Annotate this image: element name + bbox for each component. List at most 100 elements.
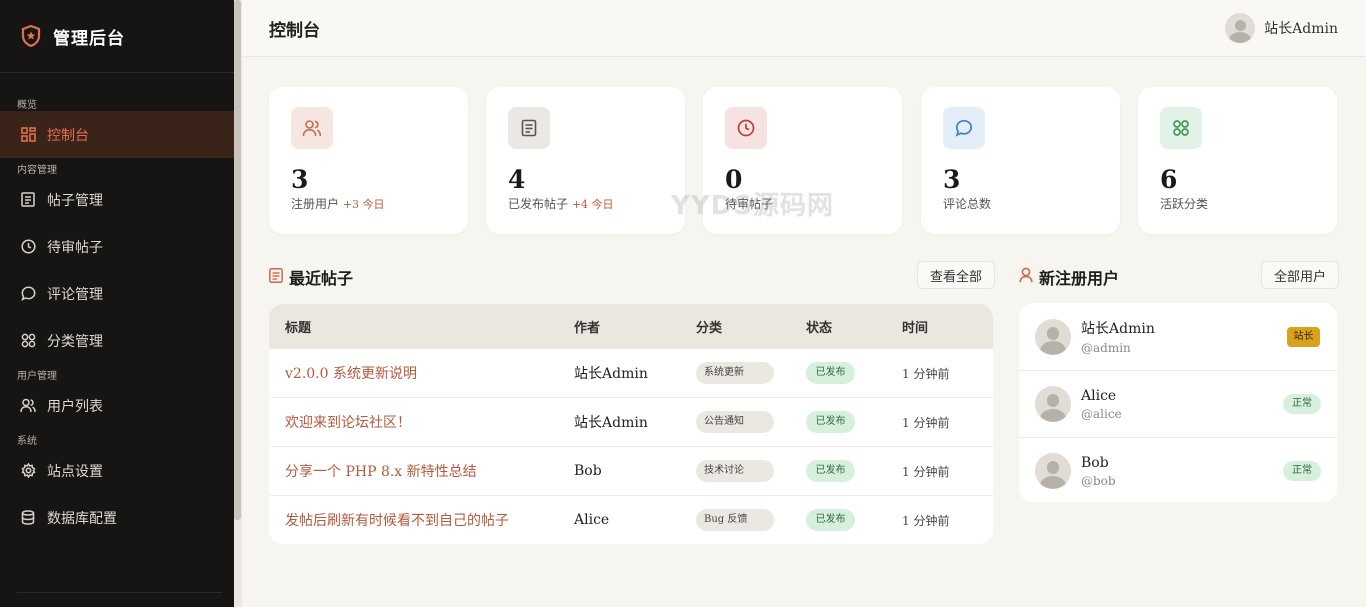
list-item[interactable]: 站长Admin @admin 站长 (1019, 303, 1337, 370)
sidebar-item-database[interactable]: 数据库配置 (0, 494, 234, 541)
avatar (1225, 13, 1256, 43)
list-item[interactable]: Alice @alice 正常 (1019, 370, 1337, 437)
post-title-link[interactable]: 欢迎来到论坛社区！ (285, 415, 411, 431)
category-tag: 技术讨论 (696, 460, 774, 482)
post-author: Alice (574, 512, 610, 528)
column-header-status[interactable]: 状态 (806, 317, 902, 336)
user-name: Alice (1081, 387, 1117, 404)
stat-card-categories: 6 活跃分类 (1138, 87, 1337, 234)
posts-icon (20, 192, 36, 208)
avatar (1035, 318, 1071, 355)
sidebar-item-label: 待审帖子 (47, 239, 103, 256)
clock-icon (725, 107, 767, 149)
sidebar-scrollbar-thumb[interactable] (234, 0, 241, 520)
stat-label-text: 评论总数 (943, 197, 992, 211)
stat-label-text: 活跃分类 (1160, 197, 1209, 211)
sidebar-item-label: 评论管理 (47, 286, 103, 303)
stat-value: 4 (508, 165, 526, 194)
post-title-link[interactable]: 发帖后刷新有时候看不到自己的帖子 (285, 513, 509, 529)
sidebar-item-label: 分类管理 (47, 333, 103, 350)
users-icon (20, 398, 36, 414)
sidebar: 管理后台 概览 控制台 内容管理 帖子管理 待审帖子 评论管理 分类管理 用户管… (0, 0, 234, 607)
shield-logo-icon (20, 25, 42, 47)
avatar (1035, 386, 1071, 422)
sidebar-item-posts[interactable]: 帖子管理 (0, 176, 234, 223)
column-header-category[interactable]: 分类 (696, 317, 806, 336)
table-row: 分享一个 PHP 8.x 新特性总结 Bob 技术讨论 已发布 1 分钟前 (269, 446, 993, 495)
post-time: 1 分钟前 (902, 415, 950, 430)
sidebar-item-label: 数据库配置 (47, 510, 117, 527)
user-name: 站长Admin (1264, 21, 1338, 37)
post-title-link[interactable]: 分享一个 PHP 8.x 新特性总结 (285, 464, 477, 480)
stat-label: 注册用户 +3 今日 (291, 195, 385, 212)
sidebar-item-dashboard[interactable]: 控制台 (0, 111, 234, 158)
post-time: 1 分钟前 (902, 366, 950, 381)
view-all-users-button[interactable]: 全部用户 (1261, 261, 1339, 289)
column-header-title[interactable]: 标题 (269, 317, 574, 336)
brand-title: 管理后台 (53, 28, 125, 49)
user-name: Bob (1081, 454, 1109, 471)
stat-card-posts: 4 已发布帖子 +4 今日 (486, 87, 685, 234)
recent-posts-table: 标题 作者 分类 状态 时间 v2.0.0 系统更新说明 站长Admin 系统更… (269, 304, 993, 544)
recent-posts-header: 最近帖子 (269, 265, 353, 289)
view-all-posts-button[interactable]: 查看全部 (917, 261, 995, 289)
chat-icon (943, 107, 985, 149)
user-handle: @bob (1081, 473, 1116, 488)
list-item[interactable]: Bob @bob 正常 (1019, 437, 1337, 502)
top-bar: 控制台 站长Admin (242, 0, 1366, 57)
users-icon (291, 107, 333, 149)
column-header-time[interactable]: 时间 (902, 317, 993, 336)
user-handle: @admin (1081, 341, 1131, 355)
clock-icon (20, 239, 36, 255)
stat-label-text: 注册用户 (291, 197, 340, 211)
watermark: YYDS源码网 (671, 191, 834, 221)
category-tag: 公告通知 (696, 411, 774, 433)
new-users-header: 新注册用户 (1019, 265, 1119, 289)
stat-label-text: 已发布帖子 (508, 197, 569, 211)
new-users-list: 站长Admin @admin 站长 Alice @alice 正常 Bob @b… (1019, 303, 1337, 502)
stat-value: 6 (1160, 165, 1178, 194)
stat-delta: +3 今日 (342, 198, 385, 211)
post-title-link[interactable]: v2.0.0 系统更新说明 (285, 366, 417, 382)
post-author: 站长Admin (574, 366, 648, 382)
grid-icon (1160, 107, 1202, 149)
sidebar-item-user-list[interactable]: 用户列表 (0, 382, 234, 429)
section-title: 最近帖子 (289, 269, 354, 288)
stat-label: 评论总数 (943, 195, 991, 212)
stat-delta: +4 今日 (571, 198, 614, 211)
sidebar-item-label: 站点设置 (47, 463, 103, 480)
status-badge: 已发布 (806, 460, 855, 482)
sidebar-item-label: 控制台 (47, 127, 89, 144)
user-menu[interactable]: 站长Admin (1225, 13, 1338, 43)
category-icon (20, 333, 36, 349)
document-icon (269, 267, 283, 287)
status-badge: 已发布 (806, 411, 855, 433)
stat-card-comments: 3 评论总数 (921, 87, 1120, 234)
sidebar-item-site-settings[interactable]: 站点设置 (0, 447, 234, 494)
post-time: 1 分钟前 (902, 464, 950, 479)
section-label-overview: 概览 (17, 100, 37, 111)
status-badge: 已发布 (806, 509, 855, 531)
section-label-system: 系统 (17, 436, 37, 447)
section-label-content: 内容管理 (17, 165, 57, 176)
role-badge: 站长 (1287, 326, 1320, 347)
status-badge: 正常 (1283, 461, 1321, 481)
section-label-users: 用户管理 (17, 371, 57, 382)
status-badge: 正常 (1283, 394, 1321, 414)
section-title: 新注册用户 (1039, 269, 1120, 288)
sidebar-item-comments[interactable]: 评论管理 (0, 270, 234, 317)
brand[interactable]: 管理后台 (0, 0, 234, 73)
table-row: 发帖后刷新有时候看不到自己的帖子 Alice Bug 反馈 已发布 1 分钟前 (269, 495, 993, 544)
post-author: 站长Admin (574, 415, 648, 431)
sidebar-item-categories[interactable]: 分类管理 (0, 317, 234, 364)
sidebar-item-pending[interactable]: 待审帖子 (0, 223, 234, 270)
column-header-author[interactable]: 作者 (574, 317, 696, 336)
status-badge: 已发布 (806, 362, 855, 384)
database-icon (20, 510, 36, 526)
category-tag: Bug 反馈 (696, 509, 774, 531)
page-title: 控制台 (269, 21, 320, 41)
stat-label: 已发布帖子 +4 今日 (508, 195, 614, 212)
sidebar-item-label: 帖子管理 (47, 192, 103, 209)
stat-value: 3 (291, 165, 309, 194)
dashboard-icon (20, 127, 36, 143)
